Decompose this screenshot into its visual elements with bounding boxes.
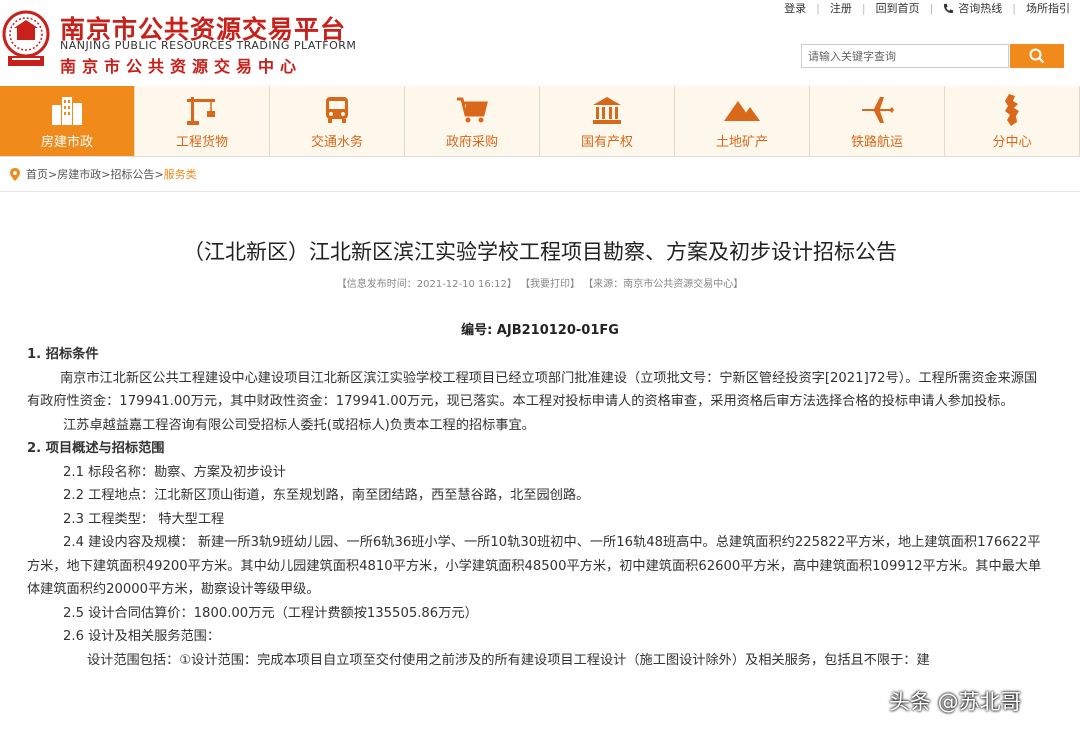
breadcrumb-housing-municipal[interactable]: 房建市政 — [57, 166, 101, 182]
brand-english-name: NANJING PUBLIC RESOURCES TRADING PLATFOR… — [60, 39, 357, 52]
publish-time: 【信息发布时间：2021-12-10 16:12】 — [336, 279, 517, 290]
article-title: （江北新区）江北新区滨江实验学校工程项目勘察、方案及初步设计招标公告 — [183, 240, 897, 264]
top-links: 登录 | 注册 | 回到首页 | 咨询热线 | 场所指引 — [774, 0, 1080, 16]
map-icon — [1005, 93, 1019, 126]
phone-icon — [944, 3, 954, 13]
nav-item-label: 政府采购 — [445, 134, 498, 150]
nav-item-transport-water[interactable]: 交通水务 — [270, 86, 405, 156]
nav-item-state-property[interactable]: 国有产权 — [540, 86, 675, 156]
nav-item-land-minerals[interactable]: 土地矿产 — [675, 86, 810, 156]
crane-icon — [187, 96, 215, 125]
airplane-icon — [862, 96, 894, 123]
nav-item-label: 土地矿产 — [715, 134, 768, 150]
paragraph: 南京市江北新区公共工程建设中心建设项目江北新区滨江实验学校工程项目已经立项部门批… — [27, 370, 1038, 410]
register-link[interactable]: 注册 — [820, 0, 862, 16]
nav-item-label: 铁路航运 — [850, 134, 903, 150]
paragraph: 江苏卓越益嘉工程咨询有限公司受招标人委托(或招标人)负责本工程的招标事宜。 — [63, 417, 535, 433]
breadcrumb-tender-notice[interactable]: 招标公告 — [110, 166, 154, 182]
section-heading: 1. 招标条件 — [27, 347, 99, 362]
breadcrumb-home[interactable]: 首页 — [26, 166, 48, 182]
divider — [0, 191, 1080, 192]
home-link[interactable]: 回到首页 — [866, 0, 930, 16]
serial-number: 编号: AJB210120-01FG — [461, 323, 619, 338]
hotline-link-label: 咨询热线 — [958, 2, 1003, 15]
bus-icon — [326, 96, 348, 123]
register-link-label: 注册 — [829, 2, 852, 15]
main-nav: 房建市政 工程货物 交通水务 政府采购 国有产权 土地矿产 铁路航运 分中心 — [0, 86, 1080, 157]
article-body: 1. 招标条件 南京市江北新区公共工程建设中心建设项目江北新区滨江实验学校工程项… — [27, 343, 1047, 672]
venue-guide-link-label: 场所指引 — [1026, 2, 1070, 15]
site-header: 南京市公共资源交易平台 NANJING PUBLIC RESOURCES TRA… — [0, 0, 1080, 86]
paragraph: 设计范围包括：①设计范围：完成本项目自立项至交付使用之前涉及的所有建设项目工程设… — [87, 652, 930, 668]
source: 【来源：南京市公共资源交易中心】 — [583, 279, 744, 290]
home-link-label: 回到首页 — [875, 2, 920, 15]
search-icon — [1029, 48, 1045, 64]
watermark: 头条 @苏北哥 — [889, 690, 1022, 714]
brand-subtitle: 南京市公共资源交易中心 — [60, 57, 303, 76]
city-seal-logo[interactable] — [2, 10, 50, 68]
breadcrumb: 首页 > 房建市政 > 招标公告 > 服务类 — [10, 166, 197, 182]
paragraph: 2.4 建设内容及规模： 新建一所3轨9班幼儿园、一所6轨36班小学、一所10轨… — [27, 535, 1042, 597]
nav-item-government-procurement[interactable]: 政府采购 — [405, 86, 540, 156]
nav-item-rail-shipping[interactable]: 铁路航运 — [810, 86, 945, 156]
nav-item-sub-centers[interactable]: 分中心 — [945, 86, 1080, 156]
paragraph: 2.1 标段名称：勘察、方案及初步设计 — [63, 464, 286, 480]
nav-item-housing-municipal[interactable]: 房建市政 — [0, 86, 135, 156]
venue-guide-link[interactable]: 场所指引 — [1016, 0, 1080, 16]
nav-item-label: 工程货物 — [175, 134, 228, 150]
login-link[interactable]: 登录 — [774, 0, 816, 16]
nav-item-engineering-goods[interactable]: 工程货物 — [135, 86, 270, 156]
nav-item-label: 房建市政 — [40, 134, 93, 150]
paragraph: 2.2 工程地点：江北新区顶山街道，东至规划路，南至团结路，西至慧谷路，北至园创… — [63, 488, 590, 503]
nav-item-label: 国有产权 — [580, 134, 633, 150]
bank-icon — [593, 96, 621, 124]
breadcrumb-current: 服务类 — [163, 168, 197, 181]
paragraph: 2.5 设计合同估算价：1800.00万元（工程计费额按135505.86万元） — [63, 605, 478, 621]
section-heading: 2. 项目概述与招标范围 — [27, 441, 165, 456]
nav-item-label: 交通水务 — [310, 134, 363, 150]
search-input[interactable]: 请输入关键字查询 — [801, 44, 1009, 68]
paragraph: 2.6 设计及相关服务范围： — [63, 629, 221, 644]
print-link[interactable]: 【我要打印】 — [520, 279, 580, 290]
hotline-link[interactable]: 咨询热线 — [933, 0, 1012, 16]
paragraph: 2.3 工程类型： 特大型工程 — [63, 511, 225, 527]
mountain-icon — [724, 100, 760, 121]
article-meta: 【信息发布时间：2021-12-10 16:12】 【我要打印】 【来源：南京市… — [0, 275, 1080, 290]
login-link-label: 登录 — [784, 2, 807, 15]
location-pin-icon — [10, 167, 20, 181]
nav-item-label: 分中心 — [992, 134, 1032, 150]
search-button[interactable] — [1010, 44, 1064, 68]
cart-icon — [457, 97, 488, 122]
building-icon — [52, 96, 82, 125]
